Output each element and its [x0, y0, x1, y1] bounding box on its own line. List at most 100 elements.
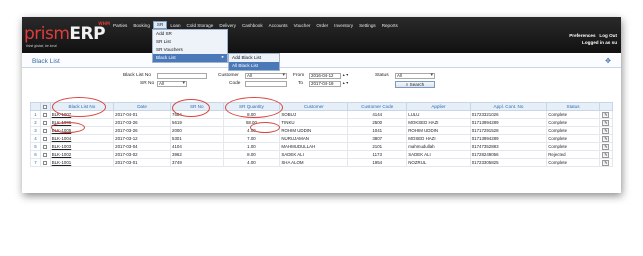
- menu-item-settings[interactable]: Settings: [356, 23, 379, 28]
- applier-cell: ROHIM UDDIN: [406, 126, 471, 135]
- menu-item-accounts[interactable]: Accounts: [266, 23, 291, 28]
- sr-menu-sr-vouchers[interactable]: SR Vouchers: [153, 46, 227, 54]
- from-date-input[interactable]: 2016-04-12: [309, 73, 341, 79]
- black-list-no-cell[interactable]: BLK-1003: [49, 142, 115, 151]
- table-row[interactable]: 2 BLK-1006 2017-03-26 5619 58.00 TINKU 2500 MOK…: [30, 118, 614, 127]
- menu-item-voucher[interactable]: Voucher: [291, 23, 314, 28]
- logout-link[interactable]: Log Out: [599, 33, 617, 38]
- table-row[interactable]: 1 BLK-1007 2017-04-01 7684 8.00 SOBUJ 4144 LULU…: [30, 110, 614, 119]
- appl-cont-no-cell: 01723321026: [469, 110, 548, 119]
- row-checkbox-cell[interactable]: [39, 118, 51, 127]
- edit-cell[interactable]: ✎: [598, 126, 614, 135]
- header-appl-cont-no[interactable]: Appl. Cont. No: [469, 102, 548, 111]
- logo[interactable]: WHM prismERP think global, be local: [24, 21, 110, 51]
- header-customer[interactable]: Customer: [279, 102, 349, 111]
- row-checkbox[interactable]: [43, 152, 48, 157]
- table-row[interactable]: 4 BLK-1004 2017-03-12 5301 7.00 NURUJAMAN 3807…: [30, 134, 614, 143]
- edit-cell[interactable]: ✎: [598, 150, 614, 159]
- black-list-no-cell[interactable]: BLK-1001: [49, 158, 115, 167]
- select-all-checkbox[interactable]: [43, 104, 48, 109]
- row-index: 2: [30, 118, 41, 127]
- edit-icon[interactable]: ✎: [602, 143, 610, 150]
- submenu-add-black-list[interactable]: Add Black List: [229, 54, 279, 62]
- edit-cell[interactable]: ✎: [598, 118, 614, 127]
- menu-item-booking[interactable]: Booking: [130, 23, 153, 28]
- calendar-icon[interactable]: ▲▼: [342, 81, 349, 87]
- menu-item-order[interactable]: Order: [313, 23, 331, 28]
- row-checkbox[interactable]: [43, 112, 48, 117]
- row-checkbox-cell[interactable]: [39, 126, 51, 135]
- row-checkbox[interactable]: [43, 120, 48, 125]
- status-cell: Complete: [546, 118, 600, 127]
- black-list-no-cell[interactable]: BLK-1002: [49, 150, 115, 159]
- menu-item-loan[interactable]: Loan: [167, 23, 183, 28]
- row-checkbox[interactable]: [43, 160, 48, 165]
- edit-cell[interactable]: ✎: [598, 134, 614, 143]
- black-list-table: Black List No Date SR No SR Quantity Cus…: [30, 102, 614, 167]
- customer-cell: NURUJAMAN: [279, 134, 349, 143]
- status-select[interactable]: All: [395, 73, 435, 79]
- submenu-all-black-list[interactable]: All Black List: [229, 62, 279, 70]
- preferences-link[interactable]: Preferences: [569, 33, 595, 38]
- header-select-all[interactable]: [39, 102, 51, 111]
- search-button[interactable]: ⌕ Search: [395, 81, 435, 88]
- sr-menu-sr-list[interactable]: SR List: [153, 38, 227, 46]
- header-date[interactable]: Date: [113, 102, 171, 111]
- date-cell: 2017-03-04: [113, 142, 171, 151]
- black-list-no-link[interactable]: BLK-1004: [52, 136, 72, 141]
- to-date-input[interactable]: 2017-04-19: [309, 81, 341, 87]
- edit-cell[interactable]: ✎: [598, 142, 614, 151]
- sr-menu-add-sr[interactable]: Add SR: [153, 30, 227, 38]
- edit-icon[interactable]: ✎: [602, 119, 610, 126]
- top-header: WHM prismERP think global, be local Part…: [22, 17, 621, 53]
- black-list-no-cell[interactable]: BLK-1004: [49, 134, 115, 143]
- edit-icon[interactable]: ✎: [602, 135, 610, 142]
- row-checkbox[interactable]: [43, 128, 48, 133]
- table-row[interactable]: 6 BLK-1002 2017-03-02 3962 8.00 SADEK ALI 1173…: [30, 150, 614, 159]
- sr-no-select[interactable]: All: [157, 81, 187, 87]
- code-input[interactable]: [245, 81, 287, 87]
- edit-icon[interactable]: ✎: [602, 111, 610, 118]
- row-checkbox-cell[interactable]: [39, 150, 51, 159]
- table-row[interactable]: 5 BLK-1003 2017-03-04 4104 1.00 MAHMUDULLAH 21…: [30, 142, 614, 151]
- plus-icon[interactable]: ✥: [605, 57, 611, 65]
- header-status[interactable]: Status: [546, 102, 600, 111]
- table-row[interactable]: 3 BLK-1005 2017-03-26 2000 4.00 ROHIM UDDIN 10…: [30, 126, 614, 135]
- black-list-no-link[interactable]: BLK-1002: [52, 152, 72, 157]
- edit-icon[interactable]: ✎: [602, 127, 610, 134]
- menu-item-reports[interactable]: Reports: [379, 23, 401, 28]
- customer-select[interactable]: All: [245, 73, 287, 79]
- menu-item-delivery[interactable]: Delivery: [216, 23, 239, 28]
- row-checkbox[interactable]: [43, 136, 48, 141]
- menu-item-inventory[interactable]: Inventory: [331, 23, 356, 28]
- edit-icon[interactable]: ✎: [602, 159, 610, 166]
- table-row[interactable]: 7 BLK-1001 2017-03-01 3749 4.00 SHA ALOM 1954 N…: [30, 158, 614, 167]
- menu-item-cold-storage[interactable]: Cold Storage: [184, 23, 217, 28]
- page-title-bar: Black List ✥: [22, 55, 621, 68]
- row-checkbox[interactable]: [43, 144, 48, 149]
- black-list-no-link[interactable]: BLK-1003: [52, 144, 72, 149]
- edit-cell[interactable]: ✎: [598, 158, 614, 167]
- sr-menu-black-list[interactable]: Black List ▸: [153, 54, 227, 62]
- from-label: From: [293, 73, 305, 78]
- menu-item-cashbook[interactable]: Cashbook: [239, 23, 266, 28]
- row-checkbox-cell[interactable]: [39, 134, 51, 143]
- menu-item-sr[interactable]: SR: [152, 21, 168, 29]
- edit-icon[interactable]: ✎: [602, 151, 610, 158]
- menu-item-parties[interactable]: Parties: [110, 23, 130, 28]
- header-applier[interactable]: Applier: [406, 102, 471, 111]
- black-list-no-input[interactable]: [157, 73, 207, 79]
- filter-form: Black List No SR No All Customer All Cod…: [22, 71, 621, 97]
- sr-no-cell: 4104: [170, 142, 224, 151]
- black-list-no-link[interactable]: BLK-1001: [52, 160, 72, 165]
- calendar-icon[interactable]: ▲▼: [342, 73, 349, 79]
- brand-name: prismERP: [24, 24, 106, 44]
- row-checkbox-cell[interactable]: [39, 110, 51, 119]
- header-customer-code[interactable]: Customer Code: [347, 102, 408, 111]
- customer-cell: TINKU: [279, 118, 349, 127]
- row-checkbox-cell[interactable]: [39, 142, 51, 151]
- annotation-circle-black-list-no: [52, 97, 106, 117]
- row-checkbox-cell[interactable]: [39, 158, 51, 167]
- edit-cell[interactable]: ✎: [598, 110, 614, 119]
- customer-code-cell: 2101: [347, 142, 408, 151]
